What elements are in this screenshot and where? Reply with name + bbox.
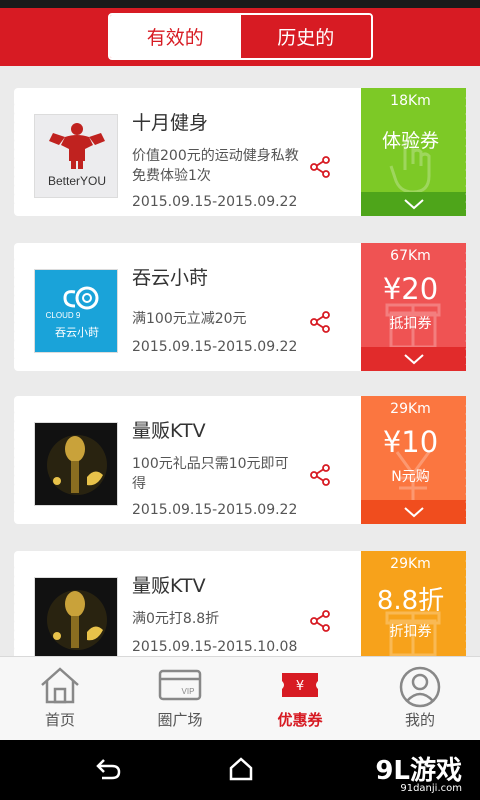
distance-label: 29Km [390,401,431,417]
coupon-title: 吞云小莳 [132,267,209,289]
coupon-description: 100元礼品只需10元即可得 [132,456,289,492]
coupon-value: 8.8折 [376,586,445,616]
expand-toggle[interactable] [361,192,466,216]
tab-me[interactable]: 我的 [360,657,480,740]
betteryou-logo: BetterYOU [35,115,117,197]
coupon-date-range: 2015.09.15-2015.09.22 [132,339,298,355]
coupon-card[interactable]: 量贩KTV 100元礼品只需10元即可得 2015.09.15-2015.09.… [11,396,466,524]
tab-label: 优惠券 [277,711,323,729]
coupon-type: 抵扣券 [389,316,432,332]
site-watermark: 9L游戏 91danji.com [375,750,462,794]
tab-coupons[interactable]: ¥ 优惠券 [240,657,360,740]
svg-text:吞云小莳: 吞云小莳 [55,326,99,339]
status-bar [0,0,480,8]
svg-text:VIP: VIP [182,687,195,696]
header-bar: 有效的 历史的 [0,0,480,66]
bottom-tab-bar: 首页 VIP 圈广场 ¥ 优惠券 我的 [0,656,480,740]
coupon-ticket-icon: ¥ [282,673,318,697]
distance-label: 67Km [390,248,431,264]
coupon-value-panel[interactable]: 67Km ¥20 抵扣券 [361,243,466,371]
merchant-logo [34,422,118,506]
coupon-list: BetterYOU 十月健身 价值200元的运动健身私教免费体验1次 2015.… [0,66,480,656]
coupon-date-range: 2015.09.15-2015.10.08 [132,639,298,655]
svg-text:BetterYOU: BetterYOU [48,174,106,188]
coupon-description: 满0元打8.8折 [132,611,220,627]
ktv-logo [35,423,117,505]
merchant-logo [34,577,118,656]
share-icon[interactable] [308,310,332,334]
coupon-date-range: 2015.09.15-2015.09.22 [132,194,298,210]
share-icon[interactable] [308,609,332,633]
tab-circle-plaza[interactable]: VIP 圈广场 [120,657,240,740]
ktv-logo [35,578,117,656]
tab-history[interactable]: 历史的 [240,15,371,58]
distance-label: 18Km [390,93,431,109]
watermark-main: 9L游戏 [375,756,462,786]
share-icon[interactable] [308,463,332,487]
cloud9-logo: CLOUD 9 吞云小莳 [35,270,117,352]
tab-home[interactable]: 首页 [0,657,120,740]
chevron-down-icon [403,199,424,210]
coupon-card[interactable]: BetterYOU 十月健身 价值200元的运动健身私教免费体验1次 2015.… [11,88,466,216]
coupon-date-range: 2015.09.15-2015.09.22 [132,502,298,518]
distance-label: 29Km [390,556,431,572]
back-icon[interactable] [94,756,122,782]
tab-label: 我的 [404,711,435,729]
user-profile-icon [399,666,441,708]
coupon-value-panel[interactable]: 18Km 体验券 [361,88,466,216]
coupon-title: 量贩KTV [132,575,206,597]
tab-valid[interactable]: 有效的 [110,15,241,58]
share-icon[interactable] [308,155,332,179]
coupon-type: 折扣券 [389,624,432,640]
coupon-card[interactable]: 量贩KTV 满0元打8.8折 2015.09.15-2015.10.08 29K… [11,551,466,656]
segmented-tabs: 有效的 历史的 [108,13,373,60]
coupon-value-panel[interactable]: 29Km ¥10 N元购 [361,396,466,524]
svg-text:¥: ¥ [296,679,304,694]
coupon-title: 十月健身 [132,112,209,134]
chevron-down-icon [403,354,424,365]
vip-card-icon: VIP [158,669,202,701]
merchant-logo: CLOUD 9 吞云小莳 [34,269,118,353]
home-nav-icon[interactable] [228,756,254,782]
expand-toggle[interactable] [361,500,466,524]
coupon-card[interactable]: CLOUD 9 吞云小莳 吞云小莳 满100元立减20元 2015.09.15-… [11,243,466,371]
system-nav-bar: 9L游戏 91danji.com [0,740,480,800]
tab-label: 圈广场 [157,711,203,729]
coupon-type: N元购 [391,469,430,485]
coupon-description: 满100元立减20元 [132,311,247,327]
coupon-title: 量贩KTV [132,420,206,442]
expand-toggle[interactable] [361,347,466,371]
coupon-value: 体验券 [381,130,439,152]
coupon-description: 价值200元的运动健身私教免费体验1次 [132,148,299,184]
coupon-value: ¥20 [382,272,439,306]
tab-label: 首页 [44,711,75,729]
merchant-logo: BetterYOU [34,114,118,198]
coupon-value: ¥10 [382,425,439,459]
coupon-value-panel[interactable]: 29Km 8.8折 折扣券 [361,551,466,656]
chevron-down-icon [403,507,424,518]
svg-text:CLOUD 9: CLOUD 9 [46,311,81,320]
home-icon [41,667,79,704]
